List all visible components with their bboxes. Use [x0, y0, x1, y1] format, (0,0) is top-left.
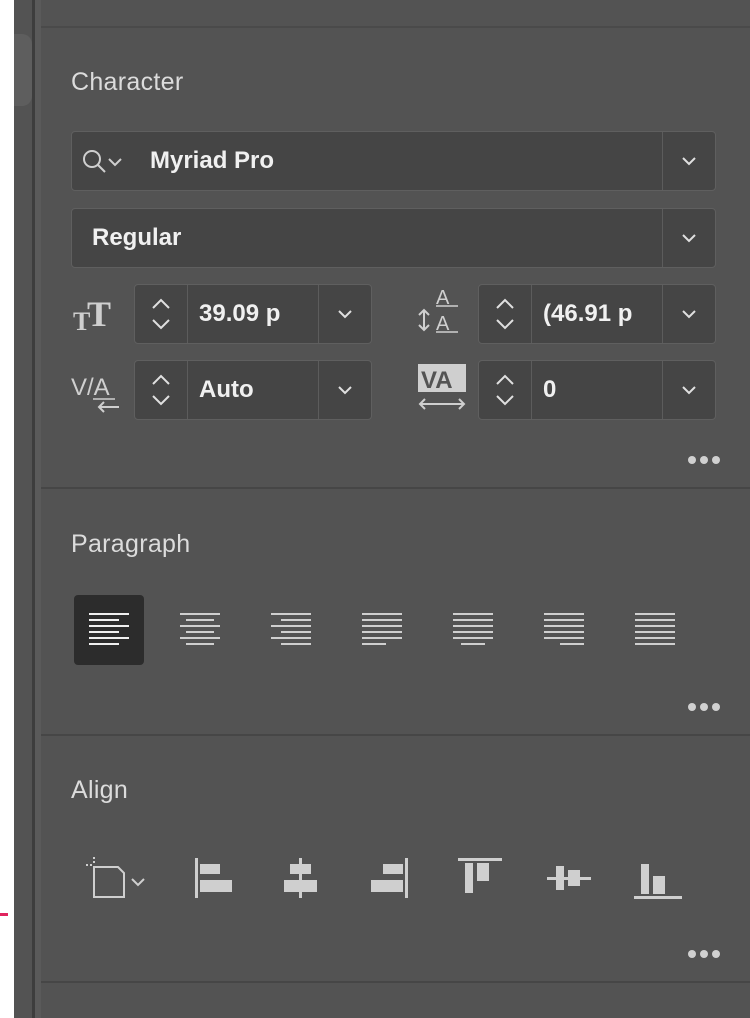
font-size-field[interactable]: 39.09 p — [134, 284, 372, 344]
justify-all-button[interactable] — [620, 595, 690, 665]
kerning-stepper[interactable] — [135, 361, 188, 419]
svg-text:V/A: V/A — [71, 374, 110, 401]
properties-panel: Character Myriad Pro Regular T T 39.09 p… — [41, 0, 750, 1018]
vertical-align-bottom-button[interactable] — [628, 850, 688, 906]
horizontal-align-center-button[interactable] — [270, 850, 330, 906]
font-style-value[interactable]: Regular — [92, 209, 181, 267]
font-style-dropdown[interactable]: Regular — [71, 208, 716, 268]
svg-text:T: T — [87, 294, 111, 334]
panel-top-divider — [41, 26, 750, 28]
leading-icon: A A — [414, 282, 470, 338]
font-size-value[interactable]: 39.09 p — [199, 285, 323, 343]
horizontal-align-right-button[interactable] — [358, 850, 418, 906]
align-more-options-icon[interactable] — [688, 950, 720, 958]
paragraph-section-title: Paragraph — [71, 530, 191, 558]
section-divider — [41, 734, 750, 736]
font-family-value[interactable]: Myriad Pro — [150, 132, 274, 190]
character-more-options-icon[interactable] — [688, 456, 720, 464]
tracking-icon: VA — [414, 362, 470, 414]
kerning-field[interactable]: Auto — [134, 360, 372, 420]
vertical-align-top-button[interactable] — [450, 850, 510, 906]
justify-last-right-button[interactable] — [529, 595, 599, 665]
align-section-title: Align — [71, 776, 129, 804]
font-size-chevron-down-icon[interactable] — [318, 285, 371, 343]
section-divider — [41, 487, 750, 489]
tracking-value[interactable]: 0 — [543, 361, 667, 419]
section-divider — [41, 981, 750, 983]
panel-dock-edge — [14, 0, 32, 1018]
search-icon[interactable] — [80, 146, 132, 178]
paragraph-more-options-icon[interactable] — [688, 703, 720, 711]
tracking-stepper[interactable] — [479, 361, 532, 419]
kerning-icon: V/A — [71, 363, 127, 415]
leading-chevron-down-icon[interactable] — [662, 285, 715, 343]
align-center-button[interactable] — [165, 595, 235, 665]
align-left-button[interactable] — [74, 595, 144, 665]
font-family-dropdown[interactable]: Myriad Pro — [71, 131, 716, 191]
leading-stepper[interactable] — [479, 285, 532, 343]
font-size-icon: T T — [71, 290, 127, 338]
align-to-selection-dropdown[interactable] — [75, 850, 165, 906]
vertical-align-center-button[interactable] — [539, 850, 599, 906]
svg-text:VA: VA — [421, 367, 453, 394]
justify-last-left-button[interactable] — [347, 595, 417, 665]
kerning-chevron-down-icon[interactable] — [318, 361, 371, 419]
left-margin — [0, 0, 14, 1018]
horizontal-align-left-button[interactable] — [185, 850, 245, 906]
kerning-value[interactable]: Auto — [199, 361, 323, 419]
justify-last-center-button[interactable] — [438, 595, 508, 665]
tracking-field[interactable]: 0 — [478, 360, 716, 420]
tracking-chevron-down-icon[interactable] — [662, 361, 715, 419]
align-right-button[interactable] — [256, 595, 326, 665]
character-section-title: Character — [71, 68, 184, 96]
dock-tab-handle[interactable] — [14, 34, 32, 106]
font-style-chevron-down-icon[interactable] — [662, 209, 715, 267]
leading-value[interactable]: (46.91 p — [543, 285, 667, 343]
guide-marker — [0, 913, 8, 916]
font-size-stepper[interactable] — [135, 285, 188, 343]
font-family-chevron-down-icon[interactable] — [662, 132, 715, 190]
leading-field[interactable]: (46.91 p — [478, 284, 716, 344]
